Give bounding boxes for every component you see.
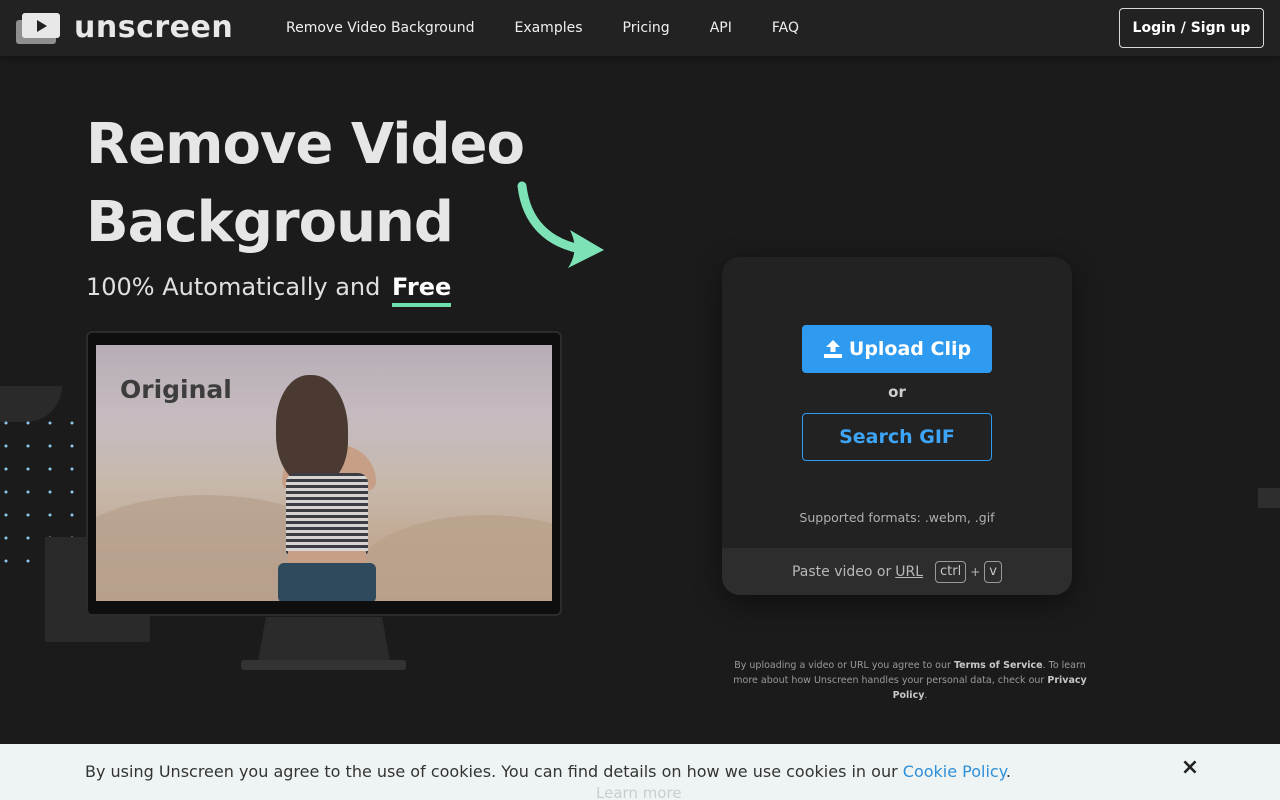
- paste-bar[interactable]: Paste video or URL ctrl + v: [722, 548, 1072, 595]
- login-signup-button[interactable]: Login / Sign up: [1119, 8, 1264, 48]
- terms-of-service-link[interactable]: Terms of Service: [954, 660, 1043, 671]
- upload-clip-label: Upload Clip: [849, 338, 971, 360]
- supported-formats: Supported formats: .webm, .gif: [722, 510, 1072, 525]
- key-plus: +: [970, 565, 980, 579]
- legal-text-3: .: [924, 690, 927, 701]
- legal-notice: By uploading a video or URL you agree to…: [722, 658, 1098, 703]
- monitor-base: [241, 660, 406, 670]
- preview-monitor: Original: [86, 331, 562, 616]
- upload-icon: [823, 339, 843, 359]
- key-v: v: [984, 561, 1002, 583]
- cookie-end: .: [1006, 762, 1011, 781]
- hero-subtitle: 100% Automatically and Free: [86, 270, 451, 304]
- nav-item-pricing[interactable]: Pricing: [623, 18, 670, 38]
- paste-prefix: Paste video or: [792, 564, 891, 580]
- nav-item-faq[interactable]: FAQ: [772, 18, 799, 38]
- logo-icon: [16, 12, 62, 44]
- cookie-text: By using Unscreen you agree to the use o…: [85, 762, 898, 781]
- decorative-tab: [1258, 488, 1280, 508]
- legal-text-1: By uploading a video or URL you agree to…: [734, 660, 951, 671]
- nav-item-api[interactable]: API: [710, 18, 732, 38]
- preview-video[interactable]: Original: [96, 345, 552, 601]
- subtitle-free: Free: [392, 273, 451, 307]
- main-nav: Remove Video Background Examples Pricing…: [286, 18, 839, 38]
- cookie-message: By using Unscreen you agree to the use o…: [85, 762, 1011, 782]
- close-icon[interactable]: ×: [1178, 756, 1202, 780]
- curved-arrow-icon: [512, 180, 612, 275]
- brand-logo[interactable]: unscreen: [16, 12, 233, 44]
- title-line-1: Remove Video: [86, 106, 606, 184]
- nav-item-examples[interactable]: Examples: [514, 18, 582, 38]
- brand-name: unscreen: [74, 12, 233, 44]
- decorative-shape: [0, 386, 62, 422]
- upload-card: Upload Clip or Search GIF Supported form…: [722, 257, 1072, 595]
- key-ctrl: ctrl: [935, 561, 966, 583]
- subtitle-prefix: 100% Automatically and: [86, 273, 380, 301]
- search-gif-button[interactable]: Search GIF: [802, 413, 992, 461]
- cookie-policy-link[interactable]: Cookie Policy: [903, 762, 1006, 781]
- preview-label: Original: [120, 375, 232, 404]
- paste-url-link[interactable]: URL: [895, 564, 923, 580]
- monitor-stand: [258, 617, 390, 661]
- learn-more-link[interactable]: Learn more: [596, 784, 682, 800]
- site-header: unscreen Remove Video Background Example…: [0, 0, 1280, 56]
- nav-item-remove-video-background[interactable]: Remove Video Background: [286, 18, 474, 38]
- upload-clip-button[interactable]: Upload Clip: [802, 325, 992, 373]
- or-separator: or: [722, 383, 1072, 401]
